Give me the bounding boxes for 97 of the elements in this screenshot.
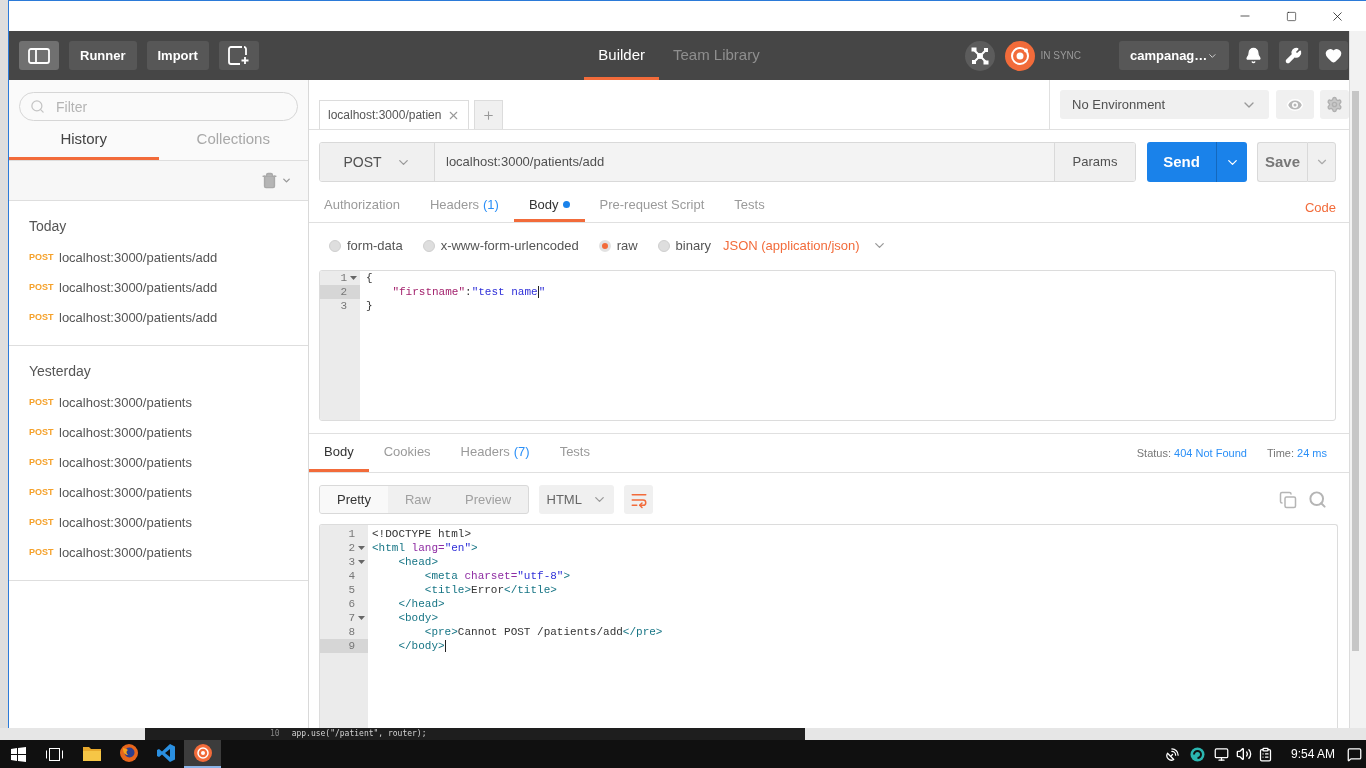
- sync-status: IN SYNC: [1040, 49, 1081, 63]
- heart-icon: [1325, 47, 1342, 64]
- wrench-icon: [1285, 47, 1302, 64]
- satellite-dish-icon[interactable]: [1164, 746, 1180, 762]
- history-item[interactable]: POST localhost:3000/patients: [9, 388, 308, 418]
- code-line: <pre>Cannot POST /patients/add</pre>: [423, 625, 663, 639]
- tab-title: localhost:3000/patien: [328, 107, 442, 124]
- line-number: 1: [347, 527, 356, 541]
- history-item[interactable]: POST localhost:3000/patients: [9, 478, 308, 508]
- toolbar-button[interactable]: Import: [146, 41, 209, 70]
- status-text: Status: 404 Not Found: [1136, 445, 1247, 461]
- ribbon-icon: [156, 744, 175, 762]
- scrollbar[interactable]: [1352, 91, 1359, 651]
- fold-caret-icon[interactable]: [358, 560, 365, 564]
- monitor-icon[interactable]: [1213, 746, 1229, 762]
- target-icon: [193, 744, 212, 762]
- history-item[interactable]: POST localhost:3000/patients: [9, 538, 308, 568]
- notifications-button[interactable]: [1239, 41, 1268, 70]
- radio-option[interactable]: binary: [657, 235, 711, 256]
- fold-caret-icon[interactable]: [350, 276, 357, 280]
- line-number: 3: [339, 299, 348, 313]
- settings-button[interactable]: [1279, 41, 1308, 70]
- history-item[interactable]: POST localhost:3000/patients/add: [9, 243, 308, 273]
- fold-caret-icon[interactable]: [358, 616, 365, 620]
- line-number: 10: [270, 729, 280, 739]
- favorite-button[interactable]: [1319, 41, 1348, 70]
- request-tab[interactable]: localhost:3000/patien: [319, 100, 469, 129]
- code-line: <html lang="en">: [372, 541, 478, 555]
- request-section-tab[interactable]: Body: [513, 190, 585, 222]
- code-line: }: [366, 299, 373, 313]
- radio-option[interactable]: form-data: [329, 235, 403, 256]
- group-heading: Yesterday: [29, 362, 91, 380]
- history-item[interactable]: POST localhost:3000/patients: [9, 418, 308, 448]
- code-line: "firstname":"test name": [391, 285, 546, 299]
- bell-icon: [1245, 47, 1262, 64]
- line-number: 2: [320, 285, 360, 299]
- radio-option[interactable]: x-www-form-urlencoded: [422, 235, 579, 256]
- fold-caret-icon[interactable]: [358, 546, 365, 550]
- line-number: 3: [347, 555, 355, 569]
- interceptor-button[interactable]: [965, 40, 996, 71]
- user-dropdown[interactable]: campanag…: [1119, 41, 1229, 70]
- view-mode-switch[interactable]: Pretty Raw Preview: [319, 485, 530, 514]
- code-line: app.use("/patient", router);: [291, 729, 427, 739]
- history-item[interactable]: POST localhost:3000/patients: [9, 508, 308, 538]
- line-number: 6: [347, 597, 356, 611]
- speaker-icon[interactable]: [1235, 746, 1252, 762]
- gear-icon: [1326, 96, 1343, 113]
- time-text: Time: 24 ms: [1266, 445, 1327, 461]
- line-number: 9: [320, 639, 368, 653]
- action-center-icon[interactable]: [1347, 746, 1362, 762]
- history-item[interactable]: POST localhost:3000/patients: [9, 448, 308, 478]
- code-editor[interactable]: 1 2 3 4 5 6 7 8 9 <!DOCTYPE html> <html lang="en"> <head> <meta charset="utf-8"> <title>Error</title> </head> <body> <pre>Cannot POST /patients/add</pre> </body>: [319, 524, 1338, 728]
- maximize-icon: [1285, 10, 1297, 22]
- code-line: <meta charset="utf-8">: [423, 569, 571, 583]
- code-line: </head>: [397, 597, 445, 611]
- line-number: 8: [347, 625, 356, 639]
- folder-icon: [82, 745, 101, 761]
- task-view-icon: [46, 747, 63, 761]
- history-item[interactable]: POST localhost:3000/patients/add: [9, 273, 308, 303]
- plus-icon: [482, 108, 495, 122]
- save-button[interactable]: Save: [1257, 142, 1307, 182]
- send-button[interactable]: Send: [1147, 142, 1216, 182]
- code-line: {: [366, 271, 373, 285]
- globe-icon: [119, 744, 138, 762]
- line-number: 1: [339, 271, 347, 285]
- search-icon: [30, 99, 45, 114]
- line-number: 5: [347, 583, 356, 597]
- crossed-nodes-icon: [971, 46, 990, 65]
- history-item[interactable]: POST localhost:3000/patients/add: [9, 303, 308, 333]
- radio-option[interactable]: raw: [598, 235, 638, 256]
- line-number: 7: [347, 611, 355, 625]
- group-heading: Today: [29, 217, 67, 235]
- filter-field[interactable]: Filter: [19, 92, 298, 121]
- new-window-button[interactable]: [218, 41, 259, 70]
- taskbar-app-button[interactable]: [184, 740, 221, 768]
- line-number: 4: [347, 569, 356, 583]
- code-line: </body>: [397, 639, 446, 653]
- format-dropdown[interactable]: HTML: [539, 485, 615, 514]
- code-line: <head>: [397, 555, 438, 569]
- sidebar-toggle-button[interactable]: [19, 41, 59, 70]
- window-plus-icon: [227, 46, 250, 65]
- code-line: <body>: [397, 611, 438, 625]
- code-line: <!DOCTYPE html>: [372, 527, 472, 541]
- wrap-lines-button[interactable]: [624, 485, 654, 514]
- sidebar-panel-icon: [28, 47, 50, 64]
- view-mode-tab[interactable]: Pretty: [320, 486, 388, 513]
- clock[interactable]: 9:54 AM: [1290, 745, 1335, 763]
- swirl-icon[interactable]: [1189, 746, 1205, 762]
- clipboard-icon[interactable]: [1257, 746, 1273, 762]
- toolbar-button[interactable]: Runner: [69, 41, 137, 70]
- code-line: <title>Error</title>: [423, 583, 557, 597]
- line-number: 2: [347, 541, 355, 555]
- response-tab[interactable]: Body: [309, 434, 369, 472]
- start-icon: [10, 746, 26, 762]
- orbit-circle-icon[interactable]: [1005, 40, 1036, 71]
- code-editor[interactable]: 1 2 3 { "firstname":"test name" }: [319, 270, 1336, 421]
- environment-dropdown[interactable]: No Environment: [1060, 90, 1269, 119]
